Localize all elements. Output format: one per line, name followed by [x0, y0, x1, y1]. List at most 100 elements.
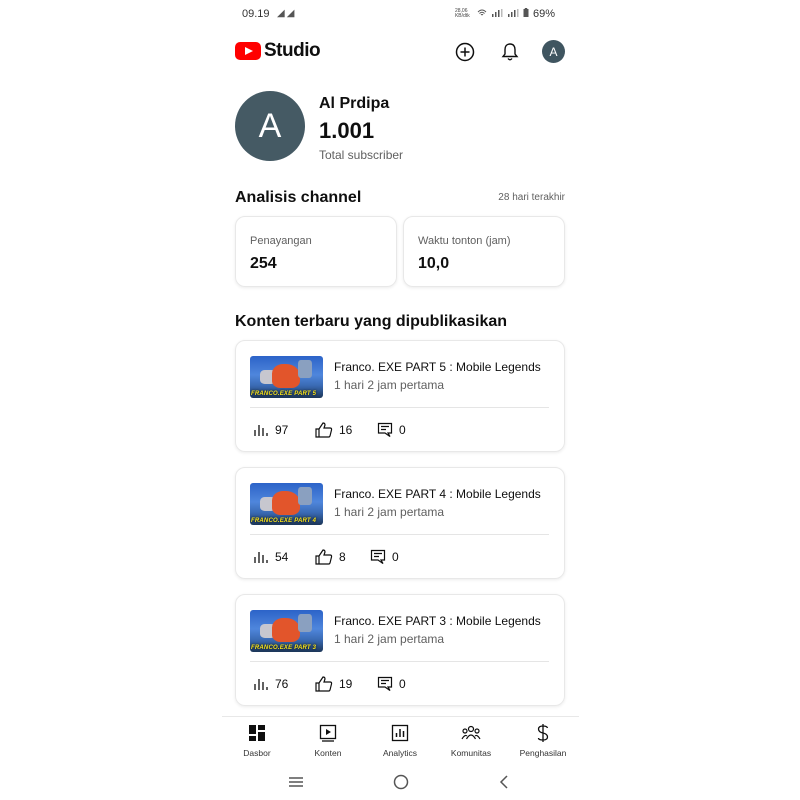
video-card[interactable]: FRANCO.EXE PART 3 Franco. EXE PART 3 : M…	[235, 594, 565, 706]
subscriber-count: 1.001	[319, 118, 375, 143]
subscriber-label: Total subscriber	[319, 148, 404, 162]
video-title[interactable]: Franco. EXE PART 3 : Mobile Legends	[334, 614, 550, 628]
recent-content-title: Konten terbaru yang dipublikasikan	[235, 313, 508, 330]
app-header: Studio A	[235, 38, 566, 66]
studio-logo[interactable]: Studio	[235, 40, 321, 62]
back-icon[interactable]	[492, 772, 516, 792]
nav-label: Penghasilan	[519, 748, 567, 758]
add-circle-icon	[455, 42, 475, 62]
bottom-navigation: Dasbor Konten Analytics Komunitas Pengha…	[222, 716, 579, 760]
thumbnail-text: FRANCO.EXE PART 4	[251, 518, 317, 524]
analytics-period: 28 hari terakhir	[498, 192, 565, 203]
video-card[interactable]: FRANCO.EXE PART 5 Franco. EXE PART 5 : M…	[235, 340, 565, 452]
stat-card-views[interactable]: Penayangan 254	[235, 216, 397, 287]
bar-chart-icon	[254, 679, 268, 690]
thumbs-up-icon	[315, 422, 333, 438]
video-subtitle: 1 hari 2 jam pertama	[334, 632, 445, 646]
analytics-icon	[365, 723, 435, 743]
dashboard-icon	[222, 723, 292, 743]
views-count: 76	[275, 677, 289, 691]
views-metric: 54	[253, 550, 315, 564]
nav-item-content[interactable]: Konten	[293, 723, 363, 758]
system-navigation	[222, 770, 579, 794]
stat-value: 254	[250, 255, 277, 272]
likes-count: 16	[339, 423, 353, 437]
video-subtitle: 1 hari 2 jam pertama	[334, 505, 445, 519]
nav-label: Analytics	[382, 748, 417, 758]
bar-chart-icon	[254, 425, 268, 436]
video-thumbnail[interactable]: FRANCO.EXE PART 4	[250, 483, 323, 525]
divider	[250, 534, 549, 535]
bell-icon	[501, 43, 519, 61]
video-subtitle: 1 hari 2 jam pertama	[334, 378, 445, 392]
battery-icon	[523, 8, 529, 20]
comments-count: 0	[399, 677, 406, 691]
analytics-title: Analisis channel	[235, 189, 362, 206]
signal-icon-2	[507, 8, 519, 20]
comment-icon	[377, 676, 393, 691]
likes-metric: 19	[315, 676, 377, 692]
nav-item-community[interactable]: Komunitas	[436, 723, 506, 758]
signal-icon	[491, 8, 503, 20]
video-metrics: 76 19 0	[253, 675, 406, 693]
nav-item-dashboard[interactable]: Dasbor	[222, 723, 292, 758]
community-icon	[436, 723, 506, 743]
divider	[250, 661, 549, 662]
wifi-icon	[477, 8, 487, 20]
video-title[interactable]: Franco. EXE PART 5 : Mobile Legends	[334, 360, 550, 374]
telegram-icon: ◢◢	[277, 8, 297, 19]
logo-text: Studio	[264, 40, 321, 61]
status-bar: 09.19 ◢◢ 28,06 KB/dtk 69%	[242, 8, 567, 22]
nav-label: Komunitas	[450, 748, 492, 758]
video-metrics: 54 8 0	[253, 548, 399, 566]
video-metrics: 97 16 0	[253, 421, 406, 439]
nav-label: Konten	[314, 748, 342, 758]
likes-count: 8	[339, 550, 346, 564]
thumbnail-text: FRANCO.EXE PART 5	[251, 391, 317, 397]
create-button[interactable]	[453, 40, 477, 64]
likes-count: 19	[339, 677, 353, 691]
comments-count: 0	[392, 550, 399, 564]
views-metric: 97	[253, 423, 315, 437]
stat-label: Penayangan	[250, 235, 312, 247]
video-title[interactable]: Franco. EXE PART 4 : Mobile Legends	[334, 487, 550, 501]
home-icon[interactable]	[389, 772, 413, 792]
likes-metric: 16	[315, 422, 377, 438]
account-avatar[interactable]: A	[542, 40, 565, 63]
views-count: 54	[275, 550, 289, 564]
comments-metric: 0	[370, 549, 399, 565]
divider	[250, 407, 549, 408]
views-metric: 76	[253, 677, 315, 691]
recents-icon[interactable]	[284, 772, 308, 792]
stat-card-watch-time[interactable]: Waktu tonton (jam) 10,0	[403, 216, 565, 287]
comments-count: 0	[399, 423, 406, 437]
youtube-play-icon	[235, 42, 261, 60]
nav-item-analytics[interactable]: Analytics	[365, 723, 435, 758]
status-time: 09.19	[242, 8, 270, 20]
video-thumbnail[interactable]: FRANCO.EXE PART 3	[250, 610, 323, 652]
thumbs-up-icon	[315, 676, 333, 692]
comments-metric: 0	[377, 676, 406, 692]
comment-icon	[377, 422, 393, 437]
channel-avatar[interactable]: A	[235, 91, 305, 161]
thumbnail-text: FRANCO.EXE PART 3	[251, 645, 317, 651]
thumbs-up-icon	[315, 549, 333, 565]
status-right: 28,06 KB/dtk 69%	[455, 8, 555, 20]
channel-name: Al Prdipa	[319, 95, 390, 112]
earnings-icon	[508, 723, 578, 743]
bar-chart-icon	[254, 552, 268, 563]
stat-label: Waktu tonton (jam)	[418, 235, 511, 247]
likes-metric: 8	[315, 549, 370, 565]
phone-screen: 09.19 ◢◢ 28,06 KB/dtk 69% Studio A A Al …	[222, 0, 579, 800]
notifications-button[interactable]	[498, 40, 522, 64]
video-thumbnail[interactable]: FRANCO.EXE PART 5	[250, 356, 323, 398]
comments-metric: 0	[377, 422, 406, 438]
video-card[interactable]: FRANCO.EXE PART 4 Franco. EXE PART 4 : M…	[235, 467, 565, 579]
comment-icon	[370, 549, 386, 564]
views-count: 97	[275, 423, 289, 437]
stat-value: 10,0	[418, 255, 450, 272]
nav-item-earnings[interactable]: Penghasilan	[508, 723, 578, 758]
nav-label: Dasbor	[243, 748, 271, 758]
content-icon	[293, 723, 363, 743]
battery-percent: 69%	[532, 8, 555, 20]
